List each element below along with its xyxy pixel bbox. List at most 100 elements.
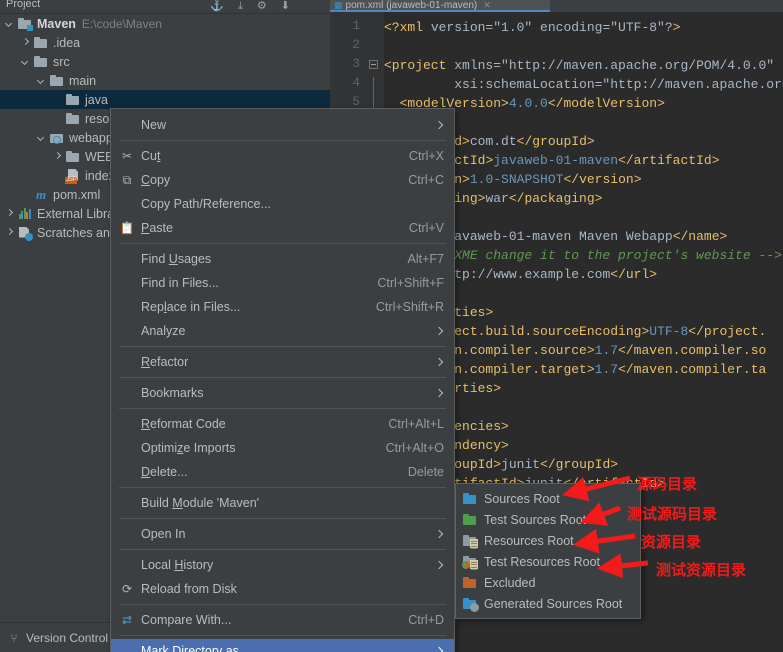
chevron-down-icon[interactable]	[36, 75, 47, 86]
settings-icon[interactable]: ⚙	[257, 0, 267, 12]
submenu-item-label: Generated Sources Root	[484, 596, 623, 611]
submenu-item-label: Excluded	[484, 575, 536, 590]
menu-item-analyze[interactable]: Analyze	[111, 319, 454, 343]
tree-item-label: .idea	[53, 35, 81, 50]
submenu-item-resources-root[interactable]: Resources Root	[456, 530, 640, 551]
submenu-item-label: Test Sources Root	[484, 512, 587, 527]
maven-pom-icon: m	[35, 186, 47, 202]
menu-item-paste[interactable]: 📋 Paste Ctrl+V	[111, 216, 454, 240]
menu-item-replace-in-files[interactable]: Replace in Files... Ctrl+Shift+R	[111, 295, 454, 319]
menu-item-delete[interactable]: Delete... Delete	[111, 460, 454, 484]
menu-item-label: Copy Path/Reference...	[141, 197, 271, 211]
context-menu[interactable]: New ✂ Cut Ctrl+X ⧉ Copy Ctrl+C Copy Path/Refere…	[110, 108, 455, 652]
menu-separator	[119, 346, 446, 347]
scratches-icon	[17, 225, 33, 241]
menu-item-open-in[interactable]: Open In	[111, 522, 454, 546]
menu-item-copy[interactable]: ⧉ Copy Ctrl+C	[111, 168, 454, 192]
menu-separator	[119, 518, 446, 519]
menu-separator	[119, 140, 446, 141]
menu-item-cut[interactable]: ✂ Cut Ctrl+X	[111, 144, 454, 168]
chevron-right-icon[interactable]	[20, 37, 31, 48]
submenu-item-test-resources-root[interactable]: Test Resources Root	[456, 551, 640, 572]
menu-separator	[119, 604, 446, 605]
scissors-icon: ✂	[121, 149, 133, 163]
menu-item-label: Refactor	[141, 355, 189, 369]
menu-item-find-usages[interactable]: Find Usages Alt+F7	[111, 247, 454, 271]
jsp-file-icon: JSP	[65, 168, 81, 184]
line-number: 1	[352, 18, 360, 33]
chevron-down-icon[interactable]	[20, 56, 31, 67]
fold-toggle-icon[interactable]	[369, 60, 378, 69]
chevron-right-icon	[434, 357, 444, 367]
menu-item-build-module-maven[interactable]: Build Module 'Maven'	[111, 491, 454, 515]
hide-icon[interactable]: ⬇	[281, 0, 290, 12]
chevron-right-icon	[434, 326, 444, 336]
code-line: xsi:schemaLocation="http://maven.apache.…	[384, 77, 783, 92]
tree-item-src[interactable]: src	[0, 52, 330, 71]
menu-item-shortcut: Ctrl+Alt+L	[388, 417, 444, 431]
menu-item-compare-with[interactable]: ⇄ Compare With... Ctrl+D	[111, 608, 454, 632]
menu-item-label: Cut	[141, 149, 161, 163]
submenu-item-generated-sources-root[interactable]: Generated Sources Root	[456, 593, 640, 614]
menu-item-shortcut: Ctrl+C	[408, 173, 444, 187]
ide-window: Project ⚓ ⤓ ⚙ ⬇ Maven E:\code\Maven .idea s…	[0, 0, 783, 652]
tree-item--idea[interactable]: .idea	[0, 33, 330, 52]
menu-separator	[119, 408, 446, 409]
tree-item-maven[interactable]: Maven E:\code\Maven	[0, 14, 330, 33]
line-number: 4	[352, 75, 360, 90]
code-line: <?xml version="1.0" encoding="UTF-8"?>	[384, 20, 681, 35]
folder-icon	[33, 54, 49, 70]
menu-item-copy-path-reference[interactable]: Copy Path/Reference...	[111, 192, 454, 216]
editor-tab-pom-xml[interactable]: ▦ pom.xml (javaweb-01-maven) ✕	[330, 0, 550, 12]
editor-tab-label: pom.xml (javaweb-01-maven)	[345, 0, 478, 11]
menu-item-reformat-code[interactable]: Reformat Code Ctrl+Alt+L	[111, 412, 454, 436]
menu-item-label: Paste	[141, 221, 173, 235]
menu-item-optimize-imports[interactable]: Optimize Imports Ctrl+Alt+O	[111, 436, 454, 460]
collapse-icon[interactable]: ⤓	[238, 0, 243, 12]
chevron-down-icon[interactable]	[36, 132, 47, 143]
menu-item-label: Reload from Disk	[141, 582, 237, 596]
chevron-right-icon	[434, 560, 444, 570]
chevron-down-icon[interactable]	[4, 18, 15, 29]
close-icon[interactable]: ✕	[483, 0, 491, 10]
menu-item-shortcut: Alt+F7	[407, 252, 444, 266]
tree-item-path: E:\code\Maven	[81, 16, 162, 31]
menu-item-shortcut: Ctrl+D	[408, 613, 444, 627]
tree-item-main[interactable]: main	[0, 71, 330, 90]
line-number: 2	[352, 37, 360, 52]
version-control-label: Version Control	[26, 630, 109, 645]
menu-separator	[119, 549, 446, 550]
menu-item-label: Build Module 'Maven'	[141, 496, 260, 510]
chevron-right-icon[interactable]	[4, 208, 15, 219]
submenu-item-excluded[interactable]: Excluded	[456, 572, 640, 593]
annotation-text: 源码目录	[637, 475, 698, 493]
menu-item-refactor[interactable]: Refactor	[111, 350, 454, 374]
chevron-right-icon[interactable]	[4, 227, 15, 238]
tree-item-java[interactable]: java	[0, 90, 330, 109]
menu-item-new[interactable]: New	[111, 113, 454, 137]
mark-directory-as-submenu[interactable]: Sources Root Test Sources Root Resources R…	[455, 483, 641, 619]
menu-item-reload-from-disk[interactable]: ⟳ Reload from Disk	[111, 577, 454, 601]
anchor-icon[interactable]: ⚓	[210, 0, 224, 12]
menu-item-label: Compare With...	[141, 613, 232, 627]
annotation-text: 测试资源目录	[656, 561, 747, 579]
folder-icon	[65, 92, 81, 108]
submenu-item-label: Sources Root	[484, 491, 560, 506]
menu-item-label: Analyze	[141, 324, 186, 338]
tree-item-label: webapp	[69, 130, 113, 145]
menu-item-label: Find in Files...	[141, 276, 219, 290]
clipboard-icon: 📋	[119, 221, 135, 235]
chevron-right-icon[interactable]	[52, 151, 63, 162]
menu-separator	[119, 377, 446, 378]
module-folder-icon	[17, 16, 33, 32]
menu-item-local-history[interactable]: Local History	[111, 553, 454, 577]
submenu-item-test-sources-root[interactable]: Test Sources Root	[456, 509, 640, 530]
generated-sources-root-icon	[462, 596, 479, 612]
submenu-item-sources-root[interactable]: Sources Root	[456, 488, 640, 509]
menu-item-bookmarks[interactable]: Bookmarks	[111, 381, 454, 405]
menu-item-find-in-files[interactable]: Find in Files... Ctrl+Shift+F	[111, 271, 454, 295]
menu-item-label: Optimize Imports	[141, 441, 236, 455]
menu-item-mark-directory-as[interactable]: Mark Directory as	[111, 639, 454, 652]
